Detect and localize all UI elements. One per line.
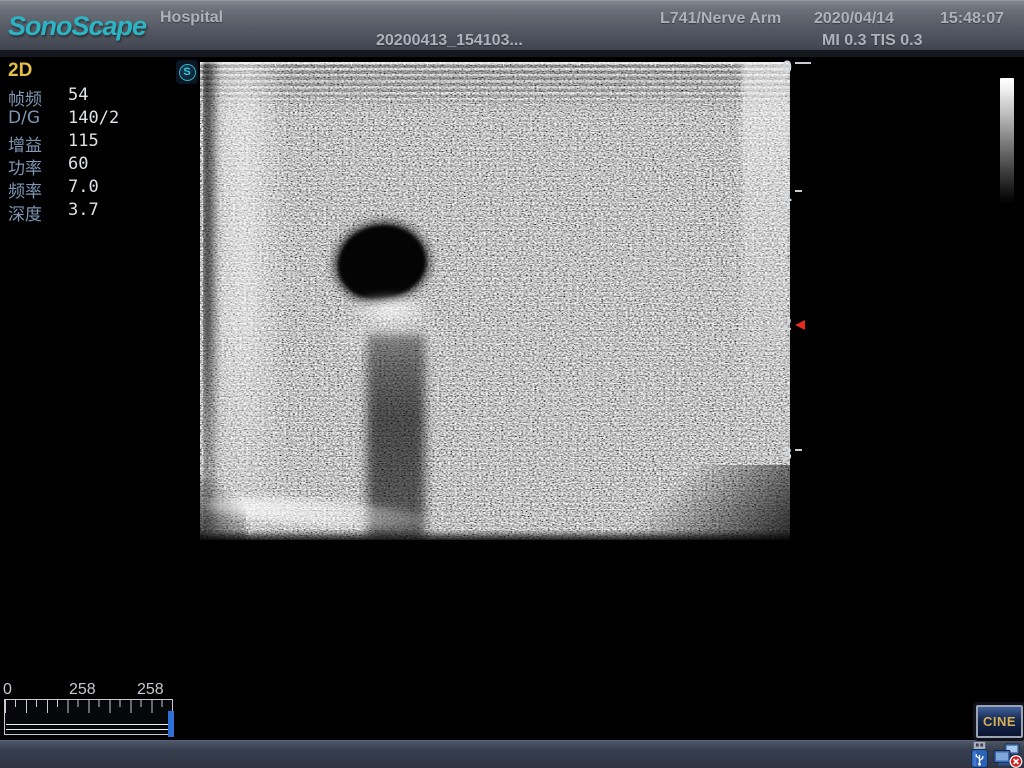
depth-ruler: 0 1 2 3 <box>782 56 834 536</box>
depth-mark-2: 2 <box>782 315 805 335</box>
depth-tick <box>795 449 802 451</box>
skin-line <box>200 62 790 64</box>
speckle-banding <box>200 62 790 540</box>
usb-drive-icon <box>969 741 990 768</box>
depth-mark-label: 0 <box>782 58 792 78</box>
s-logo-icon: S <box>176 60 198 84</box>
s-logo-letter: S <box>179 64 196 81</box>
depth-tick <box>795 190 802 192</box>
param-row-depth: 深度 3.7 <box>8 200 168 223</box>
top-bar: SonoScape Hospital L741/Nerve Arm 2020/0… <box>0 0 1024 50</box>
param-label: D/G <box>8 108 68 131</box>
param-value: 115 <box>68 131 99 154</box>
param-row-power: 功率 60 <box>8 154 168 177</box>
scrubber-start-label: 0 <box>3 681 12 699</box>
scrubber-rail <box>6 724 171 730</box>
anterior-wall-echo <box>350 220 402 242</box>
cine-button[interactable]: CINE <box>976 705 1023 738</box>
scrubber-current-frame: 258 <box>69 681 96 699</box>
status-taskbar <box>0 740 1024 768</box>
focus-marker-icon <box>795 320 805 330</box>
ultrasound-image <box>200 62 790 540</box>
depth-mark-0: 0 <box>782 58 811 78</box>
posterior-enhancement <box>346 293 434 325</box>
parameter-panel: 2D 帧频 54 D/G 140/2 增益 115 功率 60 频率 7.0 深… <box>8 60 168 223</box>
clock-display: 15:48:07 <box>940 10 1004 28</box>
left-bright-band <box>203 62 289 534</box>
mi-tis-indices: MI 0.3 TIS 0.3 <box>822 32 922 50</box>
param-row-dg: D/G 140/2 <box>8 108 168 131</box>
brand-logo: SonoScape <box>8 11 146 42</box>
param-label: 增益 <box>8 131 68 154</box>
near-field-reverberation <box>200 62 790 114</box>
param-value: 60 <box>68 154 88 177</box>
hospital-name: Hospital <box>160 9 223 27</box>
depth-mark-label: 2 <box>782 315 792 335</box>
depth-mark-label: 3 <box>782 445 792 465</box>
date-display: 2020/04/14 <box>814 10 894 28</box>
scrubber-thumb[interactable] <box>168 711 174 737</box>
exam-id: 20200413_154103... <box>376 32 523 50</box>
param-label: 帧频 <box>8 85 68 108</box>
mode-label: 2D <box>8 60 168 85</box>
corner-falloff-left <box>200 478 246 540</box>
scrubber-minor-ticks <box>5 700 172 707</box>
param-value: 140/2 <box>68 108 119 131</box>
param-value: 54 <box>68 85 88 108</box>
width-scale-ticks <box>200 62 790 66</box>
param-value: 3.7 <box>68 200 99 223</box>
posterior-enhancement-halo <box>328 309 452 365</box>
param-value: 7.0 <box>68 177 99 200</box>
ultrasound-screen: SonoScape Hospital L741/Nerve Arm 2020/0… <box>0 0 1024 768</box>
param-row-gain: 增益 115 <box>8 131 168 154</box>
depth-mark-label: 1 <box>782 186 792 206</box>
speckle-texture <box>200 62 790 540</box>
anechoic-vessel <box>338 225 426 299</box>
param-row-frequency: 频率 7.0 <box>8 177 168 200</box>
depth-mark-3: 3 <box>782 445 802 465</box>
deep-bright-streak <box>203 492 432 534</box>
corner-falloff-right <box>620 465 790 540</box>
param-label: 功率 <box>8 154 68 177</box>
grayscale-bar <box>1000 78 1014 204</box>
probe-preset: L741/Nerve Arm <box>660 10 781 28</box>
cine-scrubber-track[interactable] <box>4 699 173 735</box>
acoustic-shadow <box>367 334 425 540</box>
param-row-framerate: 帧频 54 <box>8 85 168 108</box>
scrubber-total-frames: 258 <box>137 681 164 699</box>
param-label: 频率 <box>8 177 68 200</box>
depth-tick <box>795 62 811 64</box>
image-bottom-fade <box>200 530 790 540</box>
param-label: 深度 <box>8 200 68 223</box>
depth-mark-1: 1 <box>782 186 802 206</box>
top-bar-divider <box>0 50 1024 57</box>
network-disconnected-icon <box>992 743 1023 768</box>
